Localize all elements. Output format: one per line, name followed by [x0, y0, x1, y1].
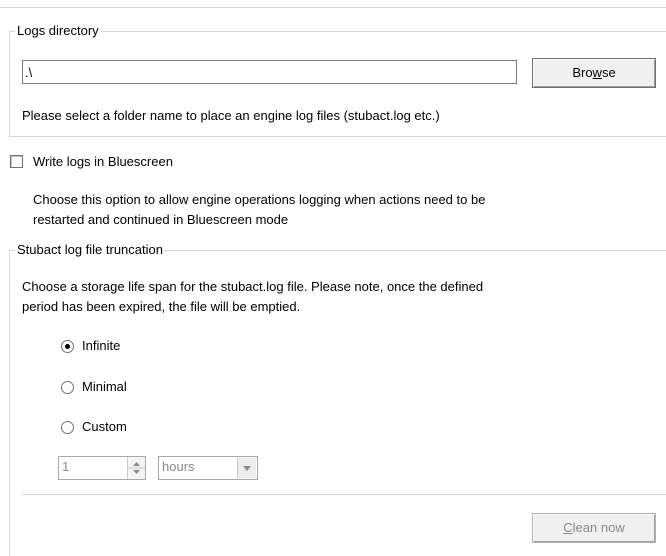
clean-label-key: C — [563, 520, 573, 535]
unit-select[interactable]: hours — [158, 456, 258, 480]
truncation-description-line2: period has been expired, the file will b… — [22, 299, 301, 314]
unit-selected-value: hours — [162, 459, 195, 474]
radio-infinite[interactable] — [61, 340, 74, 353]
spin-down-icon[interactable] — [133, 470, 140, 474]
truncation-description-line1: Choose a storage life span for the stuba… — [22, 279, 484, 294]
browse-label-pre: Bro — [572, 65, 593, 80]
bluescreen-checkbox[interactable] — [10, 155, 23, 168]
group-border-left — [9, 31, 10, 136]
clean-label-post: lean now — [572, 520, 625, 535]
clean-now-button[interactable]: Clean now — [532, 513, 656, 543]
radio-selected-dot — [65, 344, 70, 349]
radio-custom-label[interactable]: Custom — [82, 419, 127, 435]
browse-label-post: se — [601, 65, 616, 80]
bluescreen-description-line2: restarted and continued in Bluescreen mo… — [33, 212, 289, 227]
logs-path-input[interactable] — [22, 60, 517, 84]
inner-separator — [22, 494, 666, 495]
radio-minimal-label[interactable]: Minimal — [82, 379, 127, 395]
unit-select-arrow — [237, 458, 256, 478]
bluescreen-checkbox-label[interactable]: Write logs in Bluescreen — [33, 154, 173, 170]
bluescreen-description-line1: Choose this option to allow engine opera… — [33, 192, 486, 207]
group-border-bottom — [9, 136, 666, 137]
logs-directory-help: Please select a folder name to place an … — [22, 108, 440, 123]
radio-minimal[interactable] — [61, 381, 74, 394]
radio-custom[interactable] — [61, 421, 74, 434]
chevron-down-icon — [243, 466, 251, 471]
logs-directory-legend: Logs directory — [15, 23, 101, 39]
top-divider — [0, 7, 666, 8]
group-border-left — [9, 250, 10, 556]
browse-label-key: w — [592, 65, 602, 80]
spinner-buttons — [127, 457, 145, 479]
group-border-top — [9, 31, 666, 32]
truncation-legend: Stubact log file truncation — [15, 242, 165, 258]
browse-button[interactable]: Browse — [532, 58, 656, 88]
custom-value-text: 1 — [62, 459, 70, 474]
spin-up-icon[interactable] — [133, 462, 140, 466]
radio-infinite-label[interactable]: Infinite — [82, 338, 120, 354]
custom-value-spinner[interactable]: 1 — [58, 456, 146, 480]
